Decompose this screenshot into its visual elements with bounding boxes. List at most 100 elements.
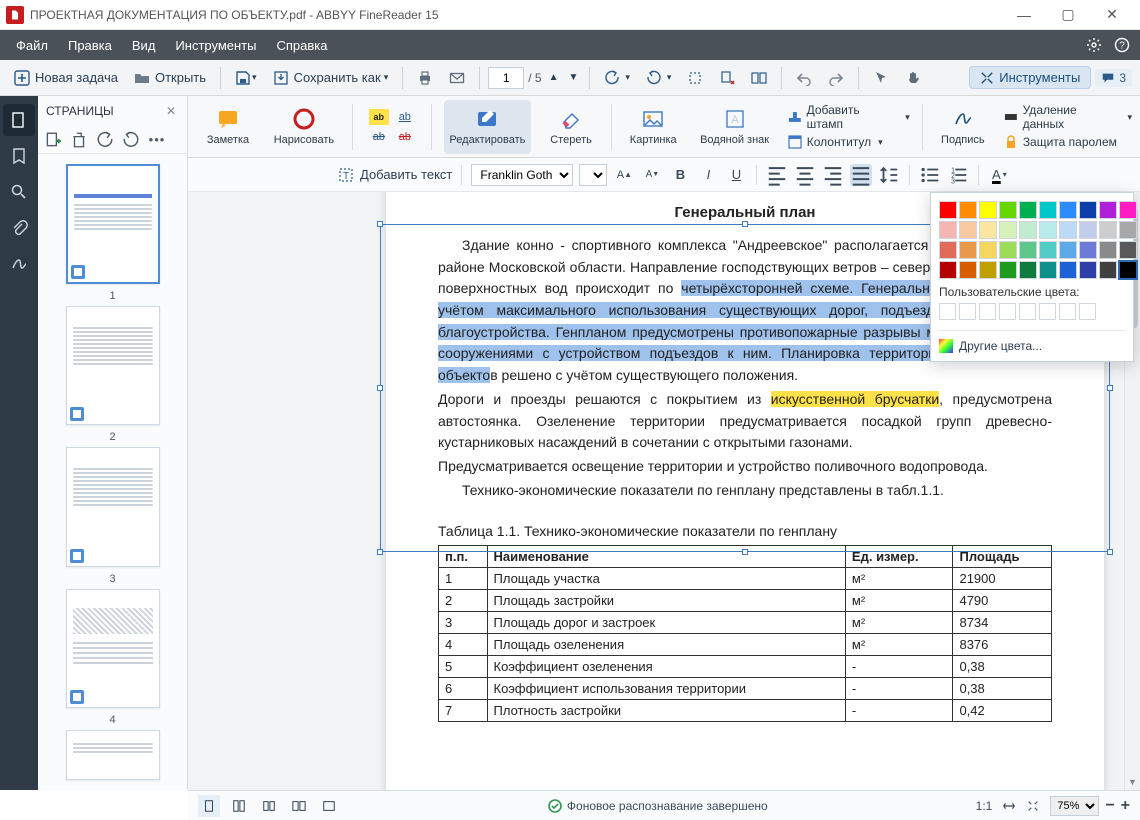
color-swatch[interactable]: [959, 221, 977, 239]
search-panel-icon[interactable]: [3, 176, 35, 208]
erase-button[interactable]: Стереть: [543, 100, 599, 154]
color-swatch[interactable]: [1059, 201, 1077, 219]
redact-button[interactable]: Удаление данных▾: [1003, 103, 1132, 131]
insert-text-icon[interactable]: ab: [395, 129, 415, 145]
italic-button[interactable]: I: [697, 164, 719, 186]
color-swatch[interactable]: [1059, 221, 1077, 239]
open-button[interactable]: Открыть: [128, 65, 212, 91]
view-book-icon[interactable]: [288, 795, 310, 817]
more-colors-button[interactable]: Другие цвета...: [939, 330, 1125, 353]
color-swatch[interactable]: [939, 221, 957, 239]
color-swatch[interactable]: [959, 201, 977, 219]
color-swatch[interactable]: [1039, 201, 1057, 219]
edit-content-button[interactable]: Редактировать: [444, 100, 531, 154]
user-color-slot[interactable]: [959, 303, 976, 320]
image-button[interactable]: Картинка: [624, 100, 682, 154]
color-swatch[interactable]: [1059, 261, 1077, 279]
menu-tools[interactable]: Инструменты: [165, 38, 266, 53]
color-swatch[interactable]: [979, 201, 997, 219]
minimize-button[interactable]: —: [1002, 0, 1046, 30]
color-swatch[interactable]: [1099, 241, 1117, 259]
thumb-delete-icon[interactable]: [70, 131, 88, 149]
user-color-slot[interactable]: [979, 303, 996, 320]
number-list-button[interactable]: 123: [947, 164, 969, 186]
font-grow-button[interactable]: A▲: [613, 164, 635, 186]
fit-width-icon[interactable]: [1002, 799, 1016, 813]
thumbnail-page-2[interactable]: [66, 306, 160, 426]
help-icon[interactable]: ?: [1110, 33, 1134, 57]
signature-button[interactable]: Подпись: [935, 100, 991, 154]
color-swatch[interactable]: [1039, 221, 1057, 239]
color-swatch[interactable]: [999, 261, 1017, 279]
align-right-button[interactable]: [822, 164, 844, 186]
color-swatch[interactable]: [959, 241, 977, 259]
rotate-left-button[interactable]: ▾: [598, 65, 636, 91]
thumb-add-icon[interactable]: [44, 131, 62, 149]
menu-edit[interactable]: Правка: [58, 38, 122, 53]
print-button[interactable]: [411, 65, 439, 91]
email-button[interactable]: [443, 65, 471, 91]
close-button[interactable]: ✕: [1090, 0, 1134, 30]
align-justify-button[interactable]: [850, 164, 872, 186]
zoom-in-button[interactable]: +: [1121, 797, 1130, 815]
header-footer-button[interactable]: Колонтитул▾: [787, 134, 910, 150]
color-swatch[interactable]: [1119, 241, 1137, 259]
draw-button[interactable]: Нарисовать: [268, 100, 340, 154]
pages-panel-icon[interactable]: [3, 104, 35, 136]
save-button[interactable]: ▾: [229, 65, 263, 91]
thumbnail-page-4[interactable]: [66, 589, 160, 709]
align-left-button[interactable]: [766, 164, 788, 186]
color-swatch[interactable]: [1099, 201, 1117, 219]
color-swatch[interactable]: [1019, 221, 1037, 239]
page-current-input[interactable]: [488, 67, 524, 89]
color-swatch[interactable]: [959, 261, 977, 279]
attachments-panel-icon[interactable]: [3, 212, 35, 244]
align-center-button[interactable]: [794, 164, 816, 186]
color-swatch[interactable]: [1039, 241, 1057, 259]
color-swatch[interactable]: [1119, 201, 1137, 219]
color-swatch[interactable]: [1099, 221, 1117, 239]
bookmarks-panel-icon[interactable]: [3, 140, 35, 172]
color-swatch[interactable]: [1119, 221, 1137, 239]
color-swatch[interactable]: [999, 201, 1017, 219]
signatures-panel-icon[interactable]: [3, 248, 35, 280]
user-color-slot[interactable]: [1079, 303, 1096, 320]
user-color-slot[interactable]: [1059, 303, 1076, 320]
watermark-button[interactable]: AВодяной знак: [694, 100, 774, 154]
zoom-out-button[interactable]: −: [1105, 797, 1114, 815]
font-family-select[interactable]: Franklin Gothic Bo: [471, 164, 573, 186]
color-swatch[interactable]: [1119, 261, 1137, 279]
maximize-button[interactable]: ▢: [1046, 0, 1090, 30]
menu-view[interactable]: Вид: [122, 38, 166, 53]
save-as-button[interactable]: Сохранить как▾: [267, 65, 395, 91]
add-stamp-button[interactable]: Добавить штамп▾: [787, 103, 910, 131]
bold-button[interactable]: B: [669, 164, 691, 186]
thumbnails-close-icon[interactable]: ✕: [163, 103, 179, 119]
user-color-slot[interactable]: [1019, 303, 1036, 320]
color-swatch[interactable]: [1079, 241, 1097, 259]
settings-gear-icon[interactable]: [1082, 33, 1106, 57]
user-color-slot[interactable]: [939, 303, 956, 320]
add-text-button[interactable]: TДобавить текст: [338, 167, 452, 183]
bullet-list-button[interactable]: [919, 164, 941, 186]
font-color-button[interactable]: A▾: [988, 164, 1010, 186]
tools-toggle[interactable]: Инструменты: [969, 66, 1091, 89]
font-size-select[interactable]: 14: [579, 164, 607, 186]
scroll-down-arrow[interactable]: ▼: [1125, 774, 1140, 790]
color-swatch[interactable]: [939, 261, 957, 279]
highlight-icon[interactable]: ab: [369, 109, 389, 125]
thumbnail-page-3[interactable]: [66, 447, 160, 567]
view-single-page-icon[interactable]: [198, 795, 220, 817]
strikethrough-icon[interactable]: ab: [369, 129, 389, 145]
split-pages-button[interactable]: [745, 65, 773, 91]
color-swatch[interactable]: [999, 241, 1017, 259]
thumbnail-page-1[interactable]: [66, 164, 160, 284]
thumbnail-page-5[interactable]: [66, 730, 160, 780]
color-swatch[interactable]: [1019, 241, 1037, 259]
line-spacing-button[interactable]: [878, 164, 900, 186]
scale-label[interactable]: 1:1: [976, 799, 993, 813]
undo-button[interactable]: [790, 65, 818, 91]
redo-button[interactable]: [822, 65, 850, 91]
underline-button[interactable]: U: [725, 164, 747, 186]
color-swatch[interactable]: [1039, 261, 1057, 279]
